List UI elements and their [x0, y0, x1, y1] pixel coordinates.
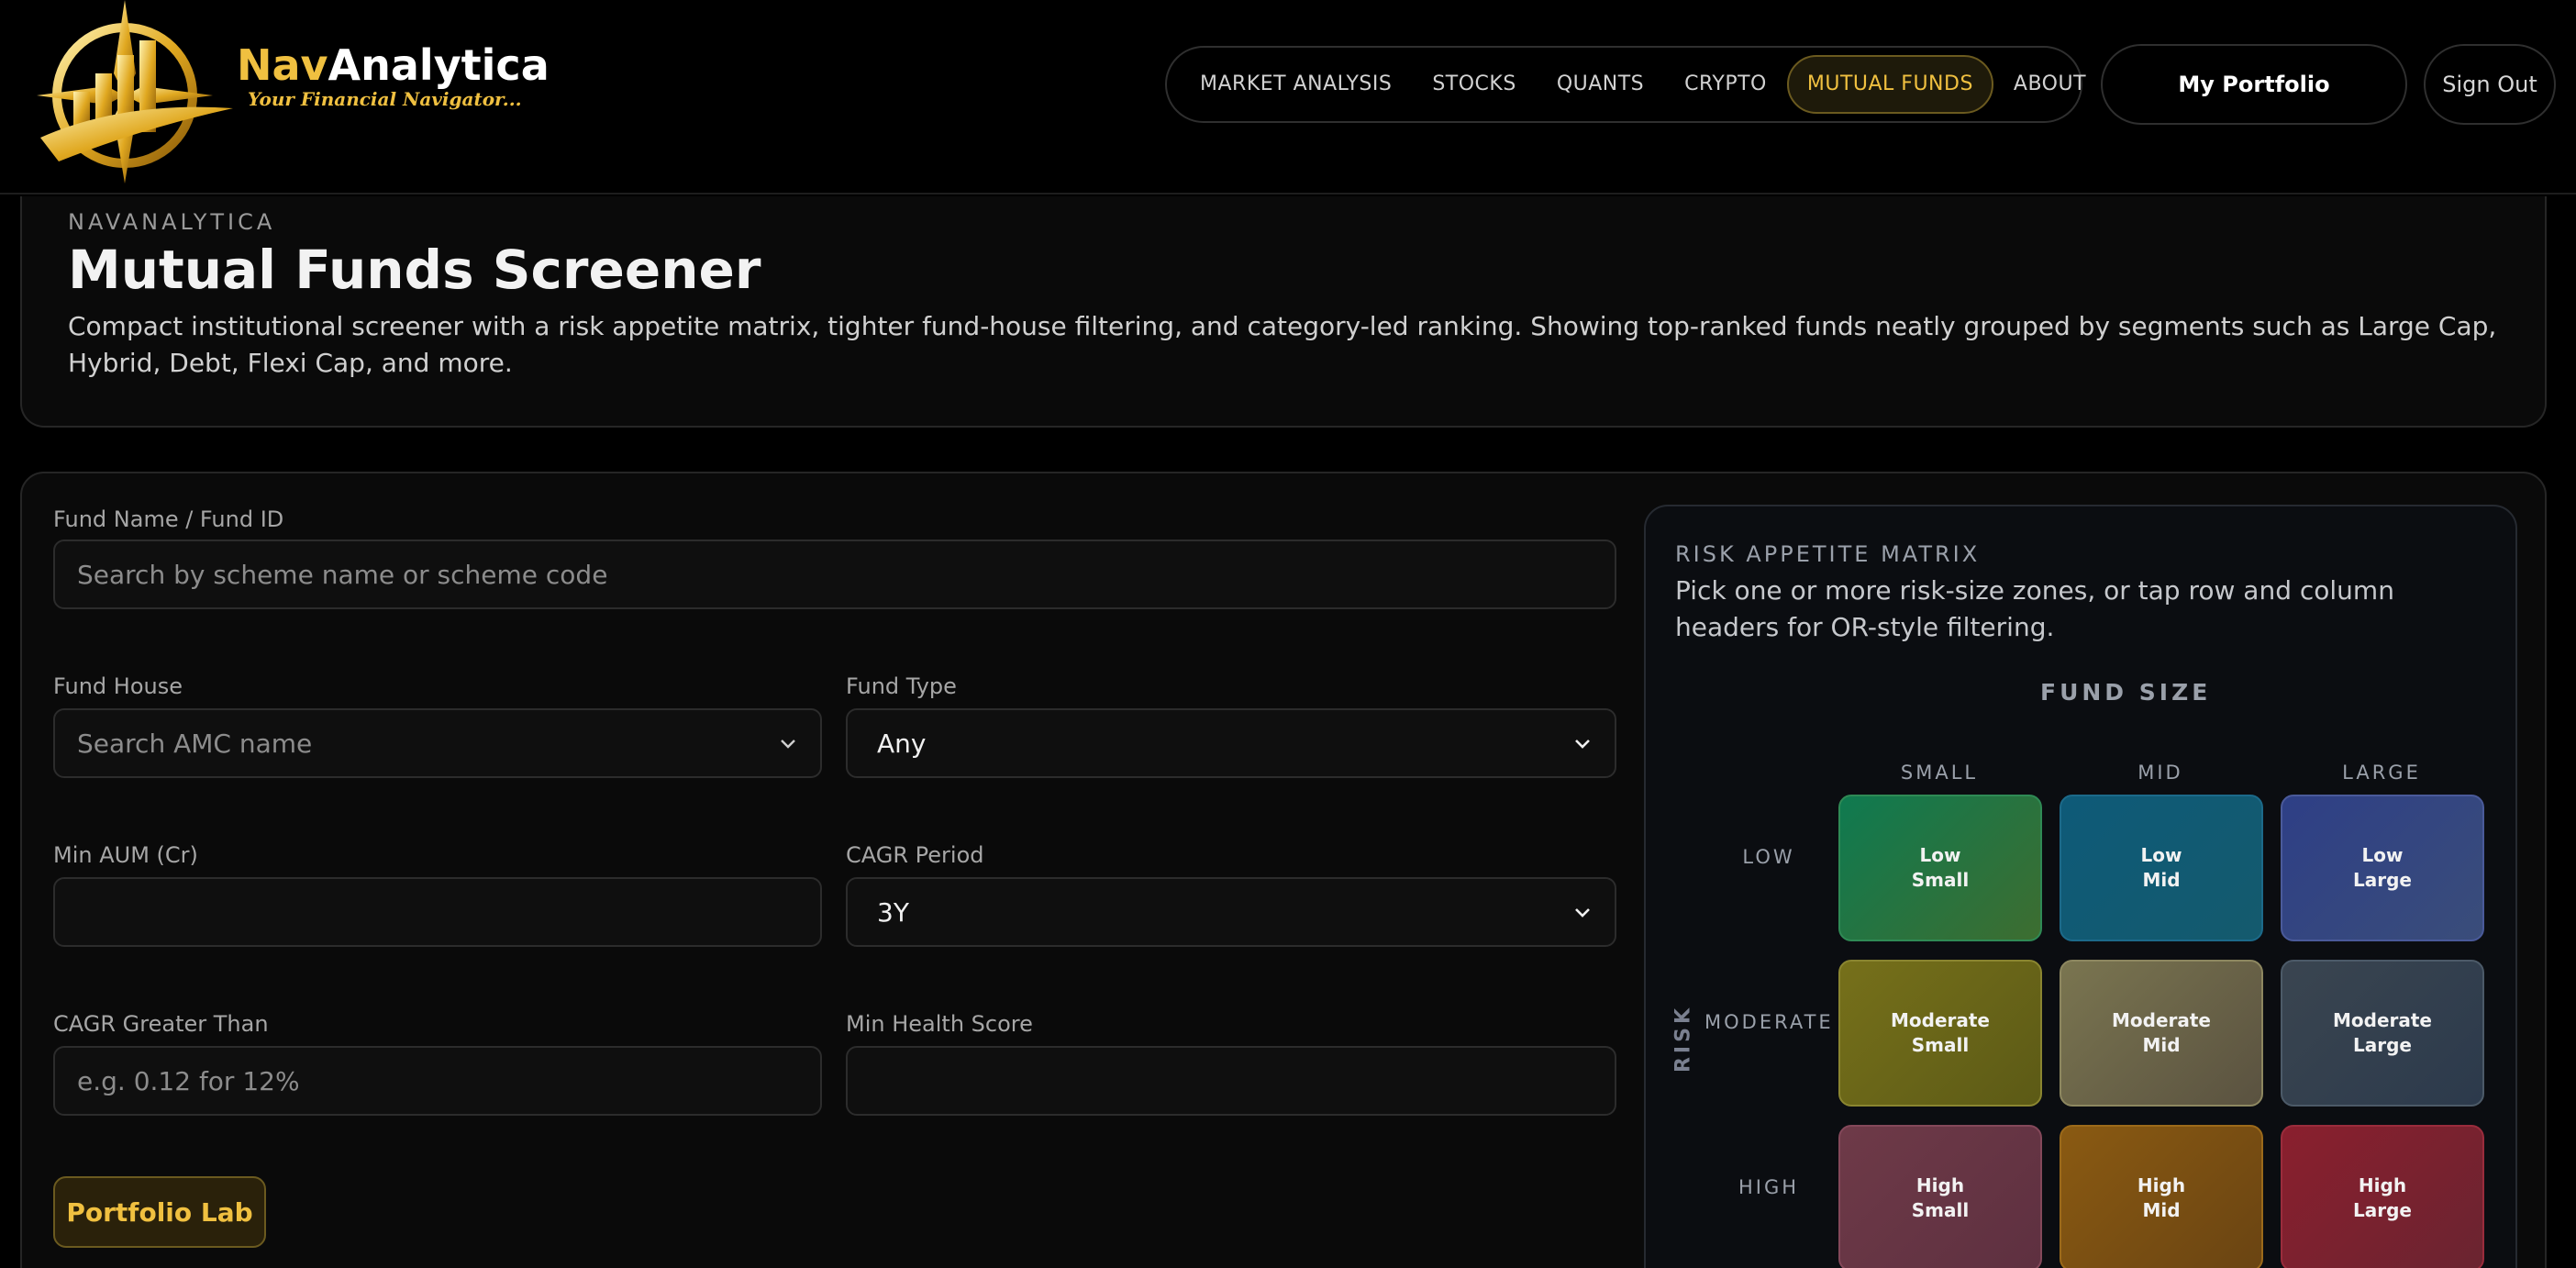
- nav-stocks[interactable]: STOCKS: [1412, 55, 1536, 114]
- row-header-moderate[interactable]: MODERATE: [1704, 1011, 1833, 1033]
- chevron-down-icon: [781, 740, 795, 749]
- fund-name-label: Fund Name / Fund ID: [53, 506, 284, 532]
- column-header-small[interactable]: SMALL: [1838, 762, 2040, 784]
- brand-tagline: Your Financial Navigator...: [248, 88, 522, 110]
- main-nav: MARKET ANALYSIS STOCKS QUANTS CRYPTO MUT…: [1165, 46, 2086, 123]
- chevron-down-icon: [1575, 740, 1590, 749]
- sign-out-button[interactable]: Sign Out: [2424, 44, 2556, 125]
- min-health-input[interactable]: [846, 1046, 1616, 1116]
- risk-axis-title: RISK: [1671, 1004, 1695, 1073]
- screener-card: Fund Name / Fund ID Search by scheme nam…: [20, 472, 2547, 1268]
- fund-type-select[interactable]: Any: [846, 708, 1616, 778]
- fund-house-placeholder: Search AMC name: [77, 728, 313, 759]
- cagr-greater-label: CAGR Greater Than: [53, 1011, 269, 1037]
- hero-eyebrow: NAVANALYTICA: [68, 209, 276, 235]
- matrix-cell-high-large[interactable]: High Large: [2281, 1125, 2484, 1268]
- chevron-down-icon: [1575, 908, 1590, 918]
- matrix-description: Pick one or more risk-size zones, or tap…: [1675, 575, 2394, 642]
- matrix-cell-low-large[interactable]: Low Large: [2281, 795, 2484, 941]
- page-description: Compact institutional screener with a ri…: [68, 311, 2497, 378]
- fund-house-label: Fund House: [53, 673, 183, 699]
- matrix-cell-low-mid[interactable]: Low Mid: [2060, 795, 2263, 941]
- cagr-period-label: CAGR Period: [846, 842, 984, 868]
- fund-house-select[interactable]: Search AMC name: [53, 708, 822, 778]
- page-title: Mutual Funds Screener: [68, 239, 761, 301]
- fund-type-label: Fund Type: [846, 673, 957, 699]
- hero-card: NAVANALYTICA Mutual Funds Screener Compa…: [20, 196, 2547, 428]
- row-header-high[interactable]: HIGH: [1704, 1176, 1833, 1198]
- brand-name: NavAnalytica: [237, 40, 550, 90]
- matrix-cell-moderate-mid[interactable]: Moderate Mid: [2060, 960, 2263, 1107]
- nav-mutual-funds[interactable]: MUTUAL FUNDS: [1786, 55, 1993, 114]
- row-header-low[interactable]: LOW: [1704, 846, 1833, 868]
- portfolio-lab-button[interactable]: Portfolio Lab: [53, 1176, 266, 1248]
- column-header-large[interactable]: LARGE: [2281, 762, 2482, 784]
- matrix-eyebrow: RISK APPETITE MATRIX: [1675, 541, 1981, 567]
- matrix-cell-moderate-small[interactable]: Moderate Small: [1838, 960, 2042, 1107]
- risk-appetite-matrix: RISK APPETITE MATRIX Pick one or more ri…: [1644, 505, 2517, 1268]
- fund-name-input[interactable]: Search by scheme name or scheme code: [53, 539, 1616, 609]
- min-aum-label: Min AUM (Cr): [53, 842, 198, 868]
- fund-type-value: Any: [877, 728, 927, 759]
- cagr-greater-input[interactable]: e.g. 0.12 for 12%: [53, 1046, 822, 1116]
- matrix-cell-low-small[interactable]: Low Small: [1838, 795, 2042, 941]
- nav-about[interactable]: ABOUT: [1993, 55, 2106, 114]
- top-header: NavAnalytica Your Financial Navigator...…: [0, 0, 2576, 195]
- min-aum-input[interactable]: [53, 877, 822, 947]
- cagr-period-value: 3Y: [877, 896, 909, 928]
- my-portfolio-button[interactable]: My Portfolio: [2101, 44, 2407, 125]
- min-health-label: Min Health Score: [846, 1011, 1033, 1037]
- cagr-period-select[interactable]: 3Y: [846, 877, 1616, 947]
- nav-market-analysis[interactable]: MARKET ANALYSIS: [1180, 55, 1412, 114]
- compass-logo-icon: [37, 0, 233, 184]
- matrix-cell-high-mid[interactable]: High Mid: [2060, 1125, 2263, 1268]
- fund-size-axis-title: FUND SIZE: [2040, 679, 2212, 706]
- brand-logo[interactable]: NavAnalytica Your Financial Navigator...: [22, 0, 550, 184]
- nav-quants[interactable]: QUANTS: [1537, 55, 1664, 114]
- nav-crypto[interactable]: CRYPTO: [1664, 55, 1787, 114]
- column-header-mid[interactable]: MID: [2060, 762, 2261, 784]
- matrix-cell-moderate-large[interactable]: Moderate Large: [2281, 960, 2484, 1107]
- matrix-cell-high-small[interactable]: High Small: [1838, 1125, 2042, 1268]
